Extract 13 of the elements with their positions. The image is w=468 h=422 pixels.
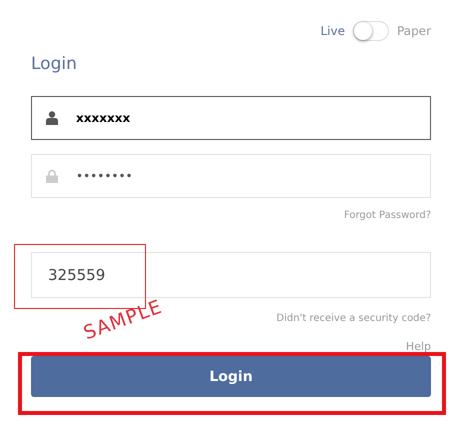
forgot-password-link[interactable]: Forgot Password? xyxy=(344,210,431,224)
resend-code-link[interactable]: Didn't receive a security code? xyxy=(276,313,431,327)
username-field[interactable]: xxxxxxx xyxy=(31,96,431,140)
security-code-field[interactable]: 325559 xyxy=(31,252,431,298)
help-link[interactable]: Help xyxy=(406,340,431,354)
live-label: Live xyxy=(320,24,346,38)
lock-icon xyxy=(46,169,58,183)
login-button[interactable]: Login xyxy=(31,356,431,397)
paper-label: Paper xyxy=(397,24,431,38)
password-field[interactable]: •••••••• xyxy=(31,154,431,198)
user-icon xyxy=(46,111,58,125)
login-heading: Login xyxy=(31,54,78,76)
mode-switch[interactable] xyxy=(353,21,390,41)
